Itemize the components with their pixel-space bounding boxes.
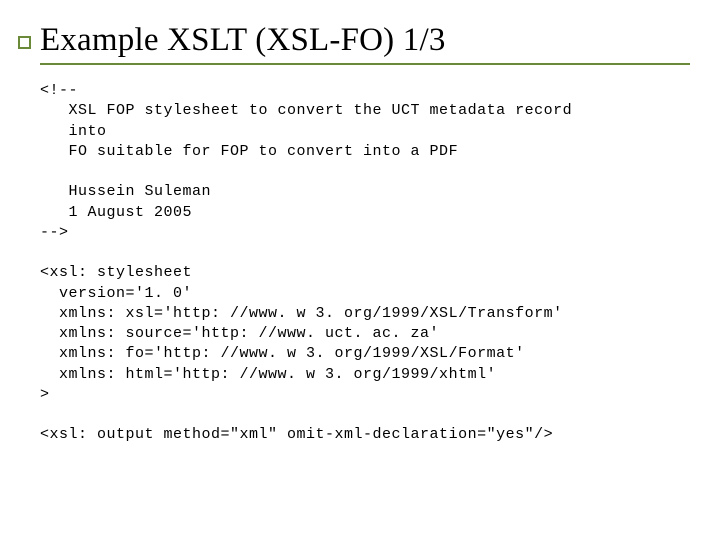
code-block: <!-- XSL FOP stylesheet to convert the U… [40,81,690,446]
title-bullet [18,36,31,49]
title-underline [40,63,690,65]
page-title: Example XSLT (XSL-FO) 1/3 [40,22,690,59]
